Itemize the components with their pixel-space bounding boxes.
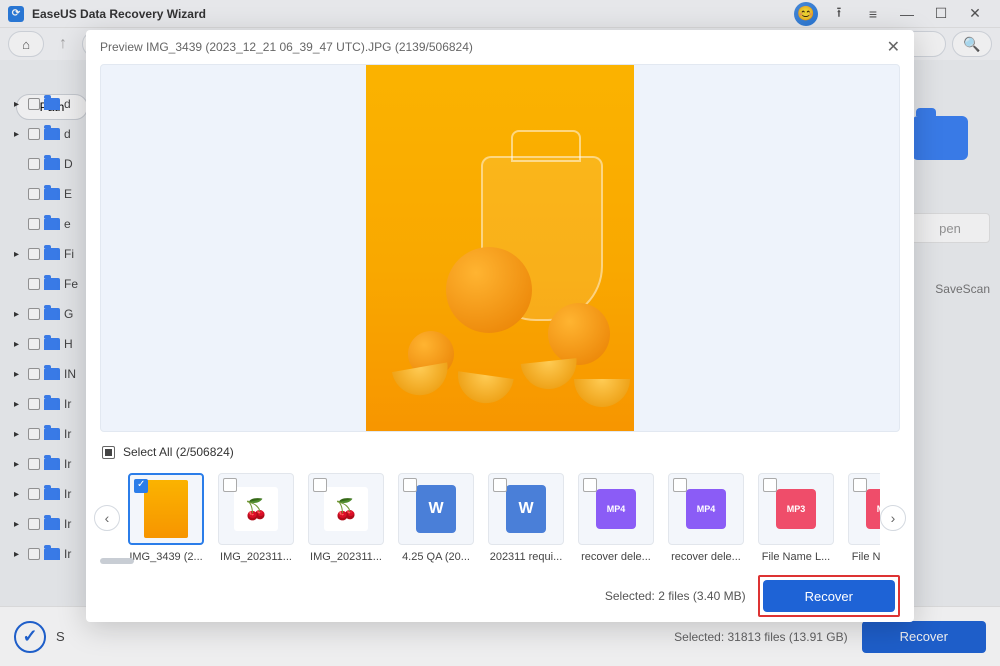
thumbnail-label: File Name L... (848, 551, 880, 563)
thumbnail[interactable]: IMG_202311... (308, 473, 384, 563)
thumbnail-label: IMG_202311... (308, 551, 384, 563)
preview-image (366, 64, 634, 432)
scrollbar[interactable] (100, 558, 134, 564)
recover-button[interactable]: Recover (763, 580, 895, 612)
thumbnail[interactable]: IMG_202311... (218, 473, 294, 563)
thumbnail-label: IMG_202311... (218, 551, 294, 563)
thumbnail-label: File Name L... (758, 551, 834, 563)
modal-close-icon[interactable]: ✕ (887, 37, 900, 57)
thumbnail[interactable]: W202311 requi... (488, 473, 564, 563)
thumbs-prev-button[interactable]: ‹ (94, 505, 120, 531)
modal-title: Preview IMG_3439 (2023_12_21 06_39_47 UT… (100, 40, 473, 54)
thumbnail-strip: IMG_3439 (2... IMG_202311... IMG_202311...… (120, 473, 880, 563)
thumbnail[interactable]: W4.25 QA (20... (398, 473, 474, 563)
thumbnail[interactable]: IMG_3439 (2... (128, 473, 204, 563)
thumbnail-label: IMG_3439 (2... (128, 551, 204, 563)
modal-selected-summary: Selected: 2 files (3.40 MB) (605, 589, 746, 603)
thumbnail[interactable]: MP3File Name L... (848, 473, 880, 563)
thumbnail-label: 202311 requi... (488, 551, 564, 563)
thumbnail[interactable]: MP3File Name L... (758, 473, 834, 563)
preview-image-area (100, 64, 900, 432)
thumbnail-label: recover dele... (668, 551, 744, 563)
recover-button-highlight: Recover (758, 575, 900, 617)
thumbnail-label: recover dele... (578, 551, 654, 563)
thumbnail-label: 4.25 QA (20... (398, 551, 474, 563)
thumbnail[interactable]: MP4recover dele... (668, 473, 744, 563)
select-all-checkbox[interactable] (102, 446, 115, 459)
thumbs-next-button[interactable]: › (880, 505, 906, 531)
select-all-label: Select All (2/506824) (123, 445, 234, 459)
preview-modal: Preview IMG_3439 (2023_12_21 06_39_47 UT… (86, 30, 914, 622)
thumbnail[interactable]: MP4recover dele... (578, 473, 654, 563)
